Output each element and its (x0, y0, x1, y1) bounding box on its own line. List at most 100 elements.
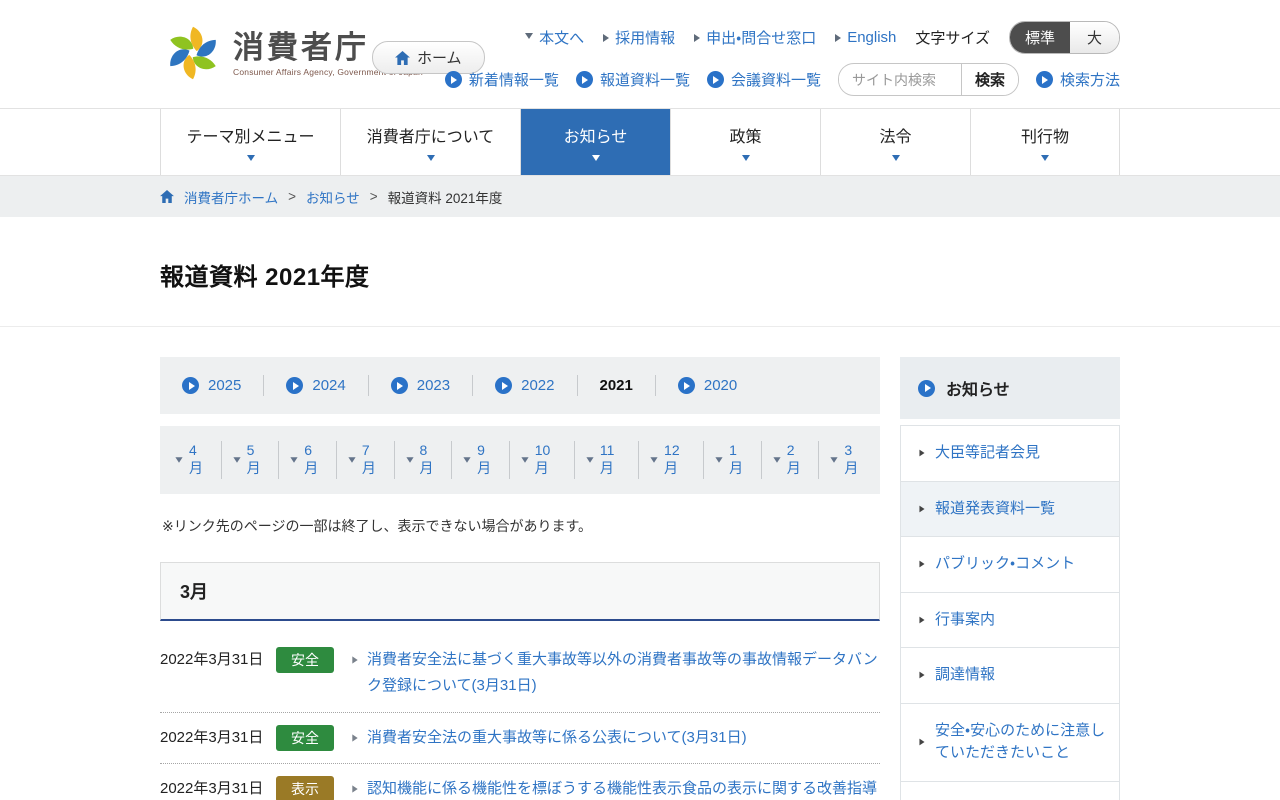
utility-link-label: 採用情報 (615, 30, 676, 47)
chevron-down-icon (891, 155, 900, 161)
month-link[interactable]: 3月 (819, 441, 876, 479)
circle-arrow-icon (495, 377, 513, 394)
quick-link-label: 報道資料一覧 (599, 72, 690, 89)
sidebar-item[interactable]: 大臣等記者会見 (901, 426, 1119, 482)
month-link-label: 3月 (844, 442, 859, 476)
sidebar-item[interactable]: 報道発表資料一覧 (901, 481, 1119, 537)
month-link-label: 4月 (189, 442, 203, 476)
utility-nav: 本文へ 採用情報 申出・問合せ窓口 English 文字サイズ 標準 大 (525, 21, 1120, 54)
nav-item-label: 消費者庁について (366, 129, 495, 146)
search-button[interactable]: 検索 (960, 64, 1018, 95)
main-column: 2025 2024 2023 2022 2021 2020 4月 5月 6月 7… (160, 357, 880, 800)
search-help-link[interactable]: 検索方法 (1035, 69, 1120, 90)
chevron-down-icon (586, 457, 594, 463)
page-title-section: 報道資料 2021年度 (0, 217, 1280, 327)
quick-links-row: 新着情報一覧 報道資料一覧 会議資料一覧 検索 (444, 63, 1120, 96)
month-section-heading: 3月 (160, 562, 880, 621)
news-link[interactable]: 消費者安全法に基づく重大事故等以外の消費者事故等の事故情報データバンク登録につい… (367, 647, 880, 700)
month-link[interactable]: 1月 (704, 441, 762, 479)
sidebar-item[interactable]: パブリック・コメント (901, 537, 1119, 593)
circle-arrow-icon (918, 379, 935, 397)
link-arrow-icon (919, 449, 925, 457)
breadcrumb-current: 報道資料 2021年度 (387, 190, 503, 206)
nav-item[interactable]: 刊行物 (970, 109, 1120, 175)
month-link[interactable]: 12月 (639, 441, 705, 479)
month-link[interactable]: 5月 (222, 441, 280, 479)
year-link-label: 2023 (416, 377, 451, 394)
sidebar-item-label: 調達情報 (935, 666, 996, 683)
month-link-label: 1月 (729, 442, 744, 476)
breadcrumb-separator: > (369, 189, 378, 204)
year-link[interactable]: 2021 (578, 375, 656, 396)
sidebar-item[interactable]: 新着情報一覧 (901, 781, 1119, 800)
link-arrow-icon (352, 733, 358, 742)
year-link[interactable]: 2020 (656, 375, 759, 396)
link-arrow-icon (352, 656, 358, 664)
quick-link[interactable]: 報道資料一覧 (575, 69, 690, 90)
month-link-label: 2月 (786, 442, 801, 476)
category-badge: 表示 (276, 775, 334, 800)
nav-item-label: お知らせ (563, 129, 628, 146)
home-icon (160, 190, 174, 203)
news-link[interactable]: 消費者安全法の重大事故等に係る公表について(3月31日) (367, 725, 747, 751)
month-link[interactable]: 7月 (337, 441, 395, 479)
year-link-label: 2022 (521, 377, 555, 394)
month-link[interactable]: 4月 (164, 441, 222, 479)
month-link[interactable]: 10月 (510, 441, 575, 479)
utility-link[interactable]: 申出・問合せ窓口 (694, 27, 816, 48)
news-list: 2022年3月31日 安全 消費者安全法に基づく重大事故等以外の消費者事故等の事… (160, 635, 880, 800)
month-links: 4月 5月 6月 7月 8月 9月 10月 11月 12月 1月 2月 3月 (160, 426, 880, 494)
utility-link[interactable]: 本文へ (525, 27, 584, 48)
nav-item[interactable]: テーマ別メニュー (160, 109, 340, 175)
chevron-down-icon (405, 457, 414, 463)
chevron-down-icon (348, 457, 356, 463)
month-link[interactable]: 11月 (575, 441, 640, 479)
quick-link[interactable]: 会議資料一覧 (706, 69, 821, 90)
nav-item-label: 刊行物 (1020, 129, 1069, 146)
breadcrumb-home-link[interactable]: 消費者庁ホーム (184, 187, 278, 207)
nav-item[interactable]: 消費者庁について (340, 109, 520, 175)
search-input[interactable] (838, 66, 961, 93)
sidebar-item[interactable]: 行事案内 (901, 592, 1119, 648)
month-link[interactable]: 8月 (395, 441, 453, 479)
year-link[interactable]: 2023 (369, 375, 474, 396)
category-badge: 安全 (276, 647, 334, 673)
sidebar-item-label: 行事案内 (935, 610, 996, 628)
font-size-label: 文字サイズ (915, 30, 990, 47)
home-icon (395, 50, 410, 65)
month-link-label: 8月 (419, 442, 434, 476)
utility-link[interactable]: 採用情報 (603, 27, 675, 48)
year-link[interactable]: 2025 (160, 375, 265, 396)
nav-item[interactable]: 法令 (820, 109, 970, 175)
quick-link[interactable]: 新着情報一覧 (444, 69, 559, 90)
news-row: 2022年3月31日 表示 認知機能に係る機能性を標ぼうする機能性表示食品の表示… (160, 764, 880, 800)
sidebar-item-label: 安全・安心のために注意していただきたいこと (935, 721, 1106, 762)
utility-link-label: 本文へ (539, 30, 585, 47)
sidebar-item[interactable]: 調達情報 (901, 648, 1119, 704)
link-arrow-icon (835, 33, 842, 42)
breadcrumb-section-link[interactable]: お知らせ (306, 187, 360, 207)
year-link-label: 2021 (599, 377, 633, 394)
month-link[interactable]: 2月 (762, 441, 820, 479)
chevron-down-icon (715, 457, 723, 463)
month-link[interactable]: 6月 (279, 441, 337, 479)
link-arrow-icon (919, 671, 925, 679)
sidebar-menu: 大臣等記者会見 報道発表資料一覧 パブリック・コメント 行事案内 調達情報 安全… (900, 425, 1120, 800)
font-size-large-button[interactable]: 大 (1069, 22, 1119, 53)
chevron-down-icon (175, 457, 183, 463)
sidebar: お知らせ 大臣等記者会見 報道発表資料一覧 パブリック・コメント 行事案内 調達… (900, 357, 1120, 800)
year-link[interactable]: 2024 (264, 375, 369, 396)
news-date: 2022年3月31日 (160, 651, 264, 668)
month-link[interactable]: 9月 (452, 441, 510, 479)
nav-item[interactable]: 政策 (670, 109, 820, 175)
font-size-standard-button[interactable]: 標準 (1009, 22, 1070, 53)
news-link[interactable]: 認知機能に係る機能性を標ぼうする機能性表示食品の表示に関する改善指導及び一般消費… (367, 776, 880, 800)
quick-link-label: 会議資料一覧 (730, 72, 821, 89)
news-row: 2022年3月31日 安全 消費者安全法に基づく重大事故等以外の消費者事故等の事… (160, 635, 880, 713)
sidebar-item[interactable]: 安全・安心のために注意していただきたいこと (901, 703, 1119, 782)
utility-link-label: English (847, 29, 897, 46)
utility-link[interactable]: English (835, 29, 896, 46)
circle-arrow-icon (390, 377, 408, 394)
year-link[interactable]: 2022 (473, 375, 578, 396)
nav-item[interactable]: お知らせ (520, 109, 670, 175)
